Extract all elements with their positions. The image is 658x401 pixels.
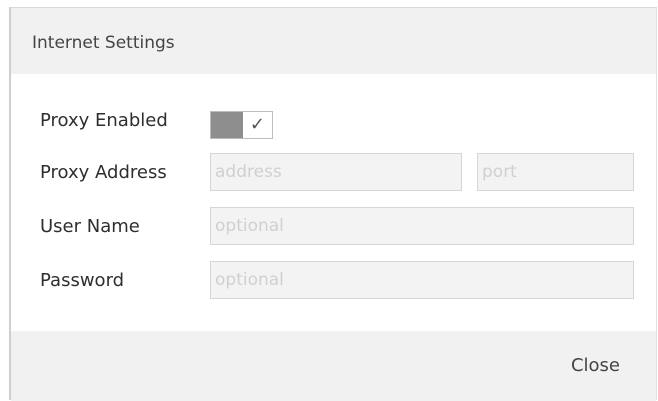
password-label: Password [40,270,125,291]
proxy-enabled-toggle[interactable]: ✓ [210,111,273,139]
user-name-input[interactable] [210,207,634,245]
dialog-footer: Close [11,331,656,401]
toggle-fill [211,112,243,138]
checkmark-icon: ✓ [249,114,265,135]
internet-settings-dialog: Internet Settings Proxy Enabled ✓ Proxy … [9,7,657,401]
proxy-enabled-label: Proxy Enabled [40,110,168,131]
proxy-port-input[interactable] [477,153,634,191]
dialog-header: Internet Settings [11,8,656,74]
close-button[interactable]: Close [571,355,620,376]
password-input[interactable] [210,261,634,299]
user-name-label: User Name [40,216,140,237]
proxy-address-input[interactable] [210,153,462,191]
proxy-address-label: Proxy Address [40,162,167,183]
dialog-title: Internet Settings [32,33,175,53]
